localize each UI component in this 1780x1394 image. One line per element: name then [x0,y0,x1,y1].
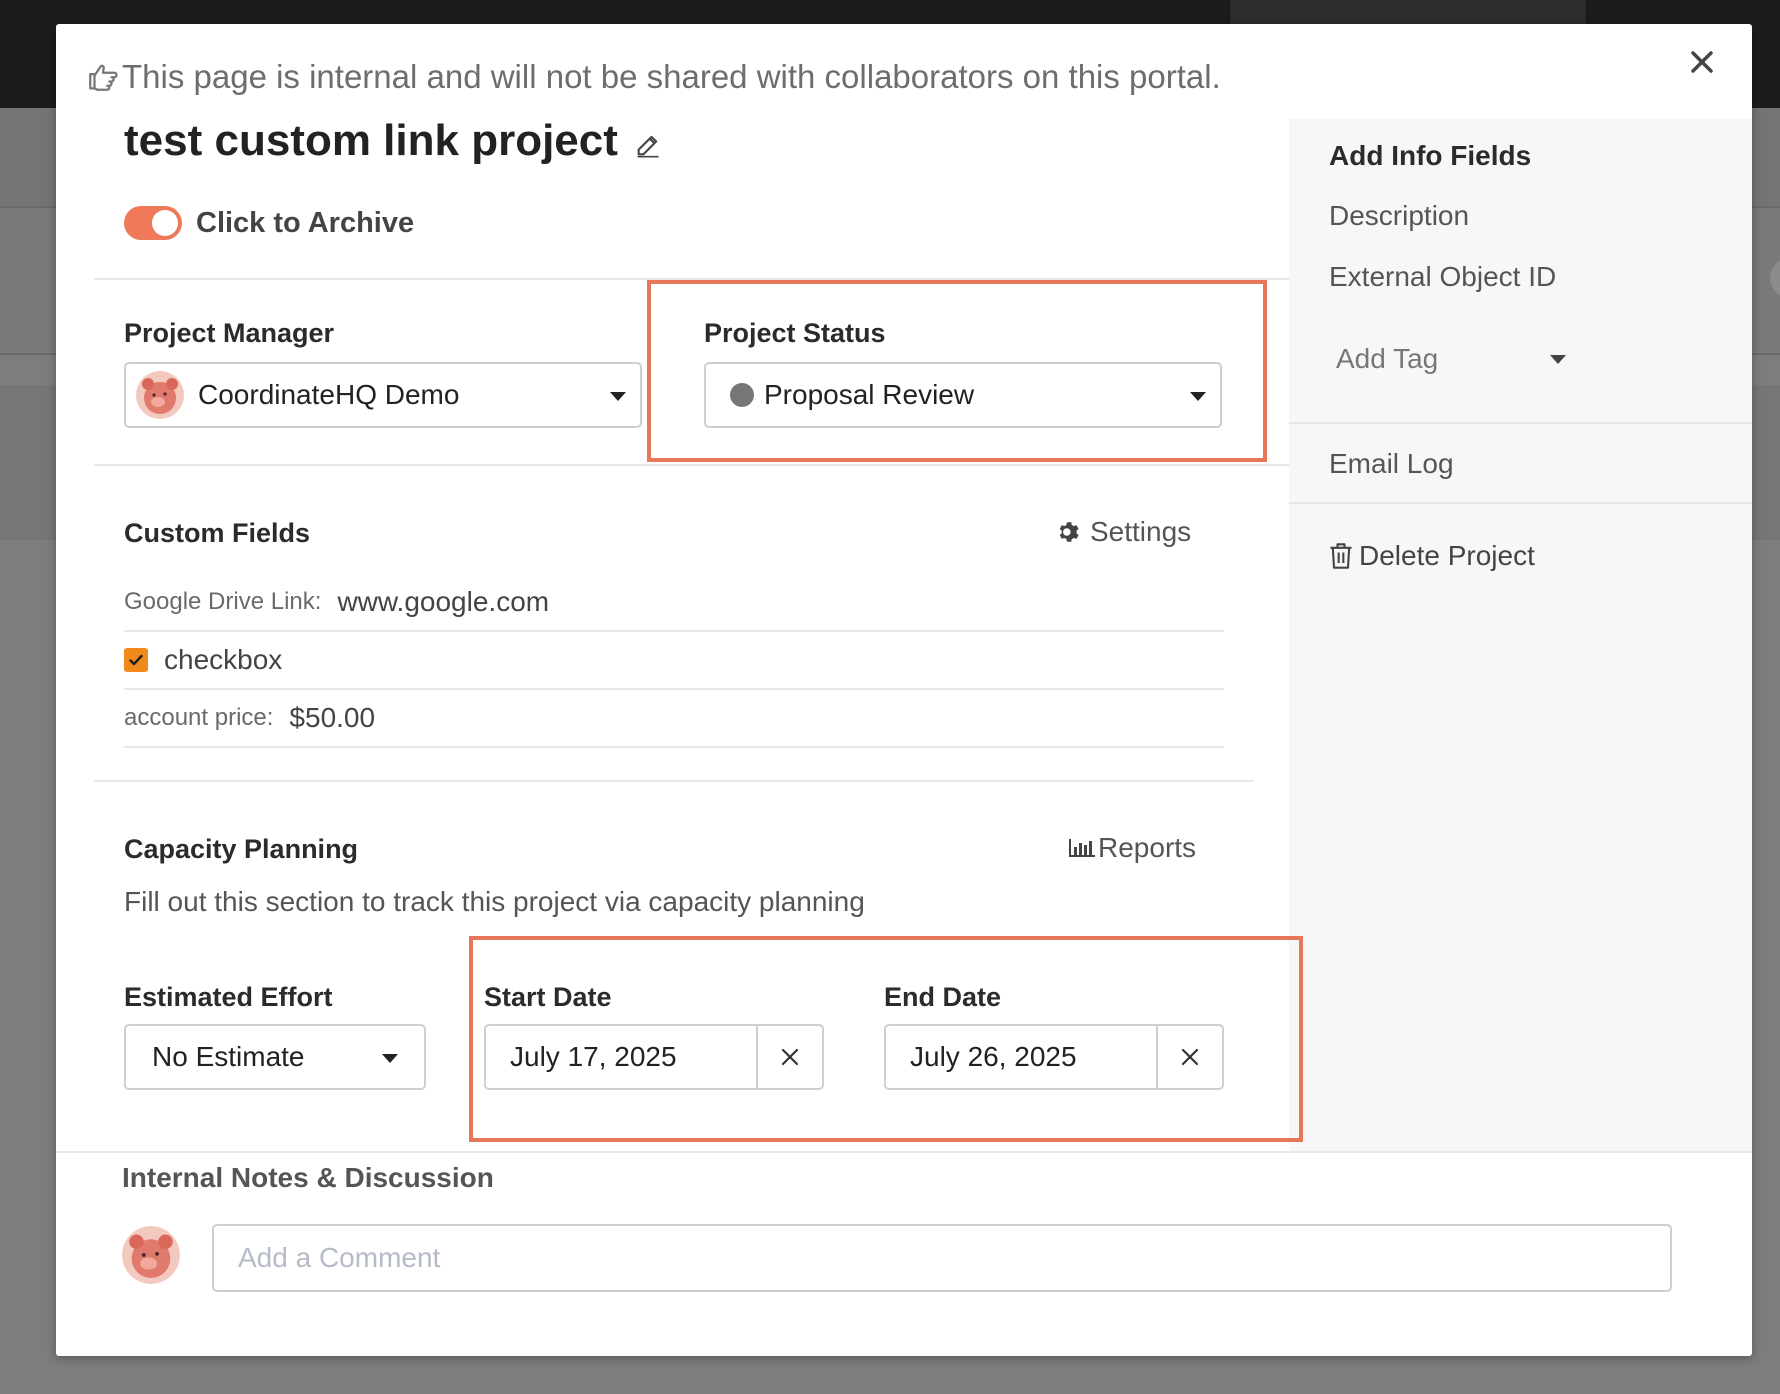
archive-row: Click to Archive [124,206,414,240]
project-manager-label: Project Manager [124,318,335,348]
notice-text: This page is internal and will not be sh… [122,58,1221,95]
chevron-down-icon [382,1054,398,1063]
row-divider [124,746,1224,748]
toggle-knob [152,210,178,236]
close-icon [1691,51,1713,73]
trash-icon [1330,543,1352,569]
internal-notes-title: Internal Notes & Discussion [122,1162,494,1193]
sidebar-divider [1289,422,1752,424]
start-date-input[interactable]: July 17, 2025 [486,1026,756,1088]
project-status-select[interactable]: Proposal Review [704,362,1222,428]
close-icon [1181,1048,1199,1066]
google-drive-link[interactable]: www.google.com [337,586,549,618]
pointing-hand-icon [89,64,118,91]
divider [56,1151,1752,1153]
project-status-label: Project Status [704,318,886,348]
reports-button[interactable]: Reports [1068,832,1196,864]
user-avatar [122,1226,180,1284]
estimated-effort-label: Estimated Effort [124,982,333,1012]
project-manager-value: CoordinateHQ Demo [198,379,460,410]
start-date-clear-button[interactable] [756,1026,822,1088]
start-date-label: Start Date [484,982,612,1012]
checkmark-icon [129,654,143,666]
end-date-input[interactable]: July 26, 2025 [886,1026,1156,1088]
add-description-item[interactable]: Description [1329,200,1469,232]
project-modal: This page is internal and will not be sh… [56,24,1752,1356]
estimated-effort-value: No Estimate [152,1041,305,1072]
close-icon [781,1048,799,1066]
divider [94,464,1289,466]
google-drive-label: Google Drive Link: [124,588,322,615]
reports-label: Reports [1098,832,1197,863]
manager-avatar [136,371,184,419]
project-status-value: Proposal Review [764,379,975,410]
delete-project-label: Delete Project [1359,540,1535,571]
add-external-object-id-item[interactable]: External Object ID [1329,261,1556,293]
delete-project-button[interactable]: Delete Project [1329,540,1535,572]
account-price-value: $50.00 [289,702,376,733]
custom-fields-title: Custom Fields [124,518,311,548]
comment-input[interactable] [212,1224,1672,1292]
custom-checkbox[interactable] [124,648,148,672]
estimated-effort-select[interactable]: No Estimate [124,1024,426,1090]
edit-icon[interactable] [634,131,662,159]
title-row: test custom link project [124,116,662,166]
capacity-planning-title: Capacity Planning [124,834,359,864]
custom-field-account-price: account price: $50.00 [124,702,1224,734]
account-price-label: account price: [124,704,274,731]
capacity-subtext: Fill out this section to track this proj… [124,886,865,917]
email-log-item[interactable]: Email Log [1329,448,1454,480]
row-divider [124,688,1224,690]
settings-button[interactable]: Settings [1056,516,1191,548]
status-dot-icon [730,383,754,407]
sidebar-divider [1289,502,1752,504]
add-info-fields-title: Add Info Fields [1329,140,1532,171]
project-title: test custom link project [124,116,618,165]
divider [94,780,1254,782]
row-divider [124,630,1224,632]
close-button[interactable] [1682,42,1722,82]
settings-label: Settings [1090,516,1192,547]
checkbox-label: checkbox [164,644,283,675]
add-tag-select[interactable]: Add Tag [1336,334,1566,384]
end-date-picker: July 26, 2025 [884,1024,1224,1090]
chevron-down-icon [1550,355,1566,364]
start-date-picker: July 17, 2025 [484,1024,824,1090]
chevron-down-icon [610,392,626,401]
chevron-down-icon [1190,392,1206,401]
archive-label: Click to Archive [196,206,415,239]
archive-toggle[interactable] [124,206,182,240]
add-tag-label: Add Tag [1336,343,1439,374]
end-date-clear-button[interactable] [1156,1026,1222,1088]
custom-field-google-drive: Google Drive Link: www.google.com [124,586,1224,618]
end-date-label: End Date [884,982,1002,1012]
bar-chart-icon [1069,839,1095,857]
gear-icon [1059,522,1079,542]
internal-notice: This page is internal and will not be sh… [86,58,1221,96]
project-manager-select[interactable]: CoordinateHQ Demo [124,362,642,428]
custom-field-checkbox: checkbox [124,644,1224,676]
